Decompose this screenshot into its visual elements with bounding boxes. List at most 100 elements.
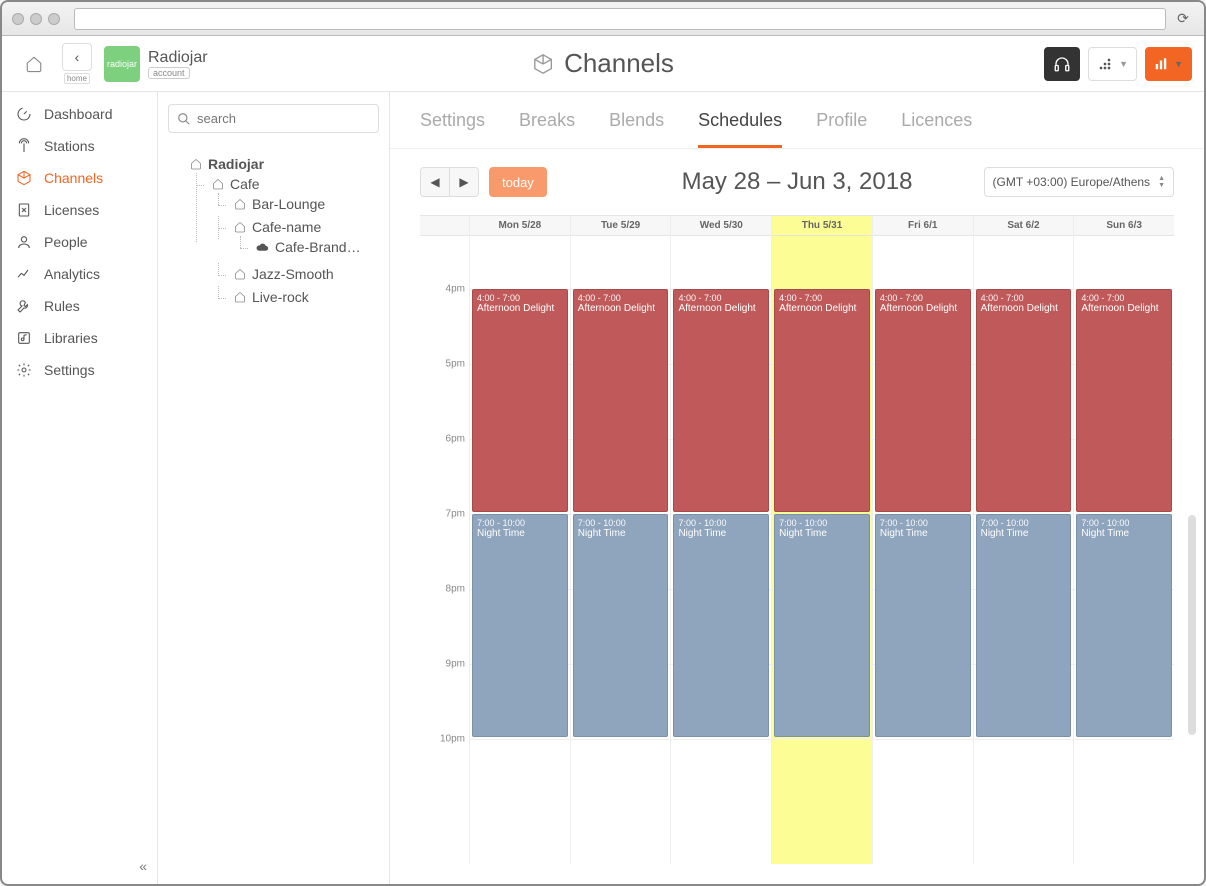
tabs: Settings Breaks Blends Schedules Profile Lice… <box>390 92 1204 149</box>
tab-breaks[interactable]: Breaks <box>519 110 575 148</box>
tree-node[interactable]: Cafe-Brand… <box>250 236 379 260</box>
app-header: ‹ home radiojar Radiojar account Channel… <box>2 36 1204 92</box>
sidebar-item-label: Analytics <box>44 266 100 282</box>
home-button[interactable] <box>14 55 54 73</box>
scrollbar[interactable] <box>1188 515 1196 735</box>
next-button[interactable]: ▶ <box>449 167 479 197</box>
search-box[interactable] <box>168 104 379 133</box>
chevron-left-icon: ‹ <box>75 50 80 64</box>
tab-blends[interactable]: Blends <box>609 110 664 148</box>
tree-node[interactable]: Live-rock <box>228 286 379 309</box>
day-body[interactable]: 4:00 - 7:00Afternoon Delight7:00 - 10:00… <box>873 236 973 864</box>
schedule-event[interactable]: 4:00 - 7:00Afternoon Delight <box>1076 289 1172 512</box>
sidebar-item-libraries[interactable]: Libraries <box>2 322 157 354</box>
day-header: Thu 5/31 <box>772 216 872 236</box>
chevron-double-left-icon: « <box>139 858 147 874</box>
tab-schedules[interactable]: Schedules <box>698 110 782 148</box>
day-header: Fri 6/1 <box>873 216 973 236</box>
schedule-event[interactable]: 4:00 - 7:00Afternoon Delight <box>875 289 971 512</box>
hour-label: 9pm <box>446 658 465 669</box>
tab-profile[interactable]: Profile <box>816 110 867 148</box>
sidebar-item-people[interactable]: People <box>2 226 157 258</box>
schedule-event[interactable]: 7:00 - 10:00Night Time <box>976 514 1072 737</box>
cloud-icon <box>256 241 269 254</box>
tree-node-label: Cafe <box>230 176 260 192</box>
tree-node[interactable]: CafeBar-LoungeCafe-nameCafe-Brand… Jazz-S… <box>206 173 379 312</box>
day-column: Sun 6/34:00 - 7:00Afternoon Delight7:00 … <box>1074 216 1174 864</box>
equalizer-dropdown[interactable]: ▼ <box>1088 47 1137 81</box>
today-button[interactable]: today <box>489 167 547 197</box>
hour-label: 6pm <box>446 433 465 444</box>
brand-account-badge[interactable]: account <box>148 67 190 79</box>
sidebar-item-settings[interactable]: Settings <box>2 354 157 386</box>
day-body[interactable]: 4:00 - 7:00Afternoon Delight7:00 - 10:00… <box>571 236 671 864</box>
doc-icon <box>16 202 34 218</box>
event-name: Afternoon Delight <box>981 303 1067 314</box>
event-time: 7:00 - 10:00 <box>1081 518 1167 528</box>
page-title-text: Channels <box>564 48 674 79</box>
traffic-max-icon[interactable] <box>48 13 60 25</box>
wrench-icon <box>16 298 34 314</box>
schedule-event[interactable]: 7:00 - 10:00Night Time <box>1076 514 1172 737</box>
hour-line <box>571 739 671 740</box>
url-bar[interactable] <box>74 8 1166 30</box>
tree-node[interactable]: RadiojarCafeBar-LoungeCafe-nameCafe-Bran… <box>184 153 379 315</box>
schedule-event[interactable]: 7:00 - 10:00Night Time <box>573 514 669 737</box>
sidebar-item-rules[interactable]: Rules <box>2 290 157 322</box>
sidebar-item-dashboard[interactable]: Dashboard <box>2 98 157 130</box>
schedule-event[interactable]: 7:00 - 10:00Night Time <box>774 514 870 737</box>
stats-dropdown[interactable]: ▼ <box>1145 47 1192 81</box>
music-icon <box>16 330 34 346</box>
schedule-event[interactable]: 7:00 - 10:00Night Time <box>673 514 769 737</box>
home-icon <box>234 291 246 303</box>
event-time: 7:00 - 10:00 <box>578 518 664 528</box>
traffic-close-icon[interactable] <box>12 13 24 25</box>
nav-buttons: ◀ ▶ <box>420 167 479 197</box>
day-header: Sat 6/2 <box>974 216 1074 236</box>
schedule-event[interactable]: 7:00 - 10:00Night Time <box>472 514 568 737</box>
back-button[interactable]: ‹ <box>62 43 92 71</box>
schedule-event[interactable]: 4:00 - 7:00Afternoon Delight <box>573 289 669 512</box>
schedule-event[interactable]: 4:00 - 7:00Afternoon Delight <box>774 289 870 512</box>
caret-right-icon: ▶ <box>459 175 468 189</box>
prev-button[interactable]: ◀ <box>420 167 450 197</box>
sidebar-item-label: Stations <box>44 138 95 154</box>
tab-settings[interactable]: Settings <box>420 110 485 148</box>
tree-node-label: Jazz-Smooth <box>252 266 334 282</box>
hour-label: 8pm <box>446 583 465 594</box>
hour-label: 10pm <box>440 733 465 744</box>
sidebar-item-analytics[interactable]: Analytics <box>2 258 157 290</box>
home-icon <box>212 178 224 190</box>
main-content: Settings Breaks Blends Schedules Profile Lice… <box>390 92 1204 884</box>
day-body[interactable]: 4:00 - 7:00Afternoon Delight7:00 - 10:00… <box>1074 236 1174 864</box>
sidebar-collapse-button[interactable]: « <box>139 858 147 874</box>
tab-licences[interactable]: Licences <box>901 110 972 148</box>
tree-node[interactable]: Bar-Lounge <box>228 193 379 216</box>
sidebar-item-stations[interactable]: Stations <box>2 130 157 162</box>
headphones-button[interactable] <box>1044 47 1080 81</box>
app-window: ⟳ ‹ home radiojar Radiojar account Chan <box>0 0 1206 886</box>
sidebar-item-label: Libraries <box>44 330 98 346</box>
day-body[interactable]: 4:00 - 7:00Afternoon Delight7:00 - 10:00… <box>772 236 872 864</box>
schedule-event[interactable]: 4:00 - 7:00Afternoon Delight <box>976 289 1072 512</box>
schedule-event[interactable]: 4:00 - 7:00Afternoon Delight <box>673 289 769 512</box>
brand-logo: radiojar <box>104 46 140 82</box>
timezone-select[interactable]: (GMT +03:00) Europe/Athens ▲▼ <box>984 167 1174 197</box>
sidebar-item-label: Rules <box>44 298 80 314</box>
sidebar-item-channels[interactable]: Channels <box>2 162 157 194</box>
schedule-event[interactable]: 4:00 - 7:00Afternoon Delight <box>472 289 568 512</box>
hour-label: 5pm <box>446 358 465 369</box>
event-time: 4:00 - 7:00 <box>678 293 764 303</box>
day-body[interactable]: 4:00 - 7:00Afternoon Delight7:00 - 10:00… <box>470 236 570 864</box>
day-body[interactable]: 4:00 - 7:00Afternoon Delight7:00 - 10:00… <box>671 236 771 864</box>
tree-node[interactable]: Cafe-nameCafe-Brand… <box>228 216 379 263</box>
tree-node[interactable]: Jazz-Smooth <box>228 263 379 286</box>
sidebar: Dashboard Stations ChannelsLicensesPeople A… <box>2 92 158 884</box>
sidebar-item-licenses[interactable]: Licenses <box>2 194 157 226</box>
day-body[interactable]: 4:00 - 7:00Afternoon Delight7:00 - 10:00… <box>974 236 1074 864</box>
reload-button[interactable]: ⟳ <box>1172 8 1194 30</box>
search-input[interactable] <box>197 111 373 126</box>
gauge-icon <box>16 106 34 122</box>
traffic-min-icon[interactable] <box>30 13 42 25</box>
schedule-event[interactable]: 7:00 - 10:00Night Time <box>875 514 971 737</box>
